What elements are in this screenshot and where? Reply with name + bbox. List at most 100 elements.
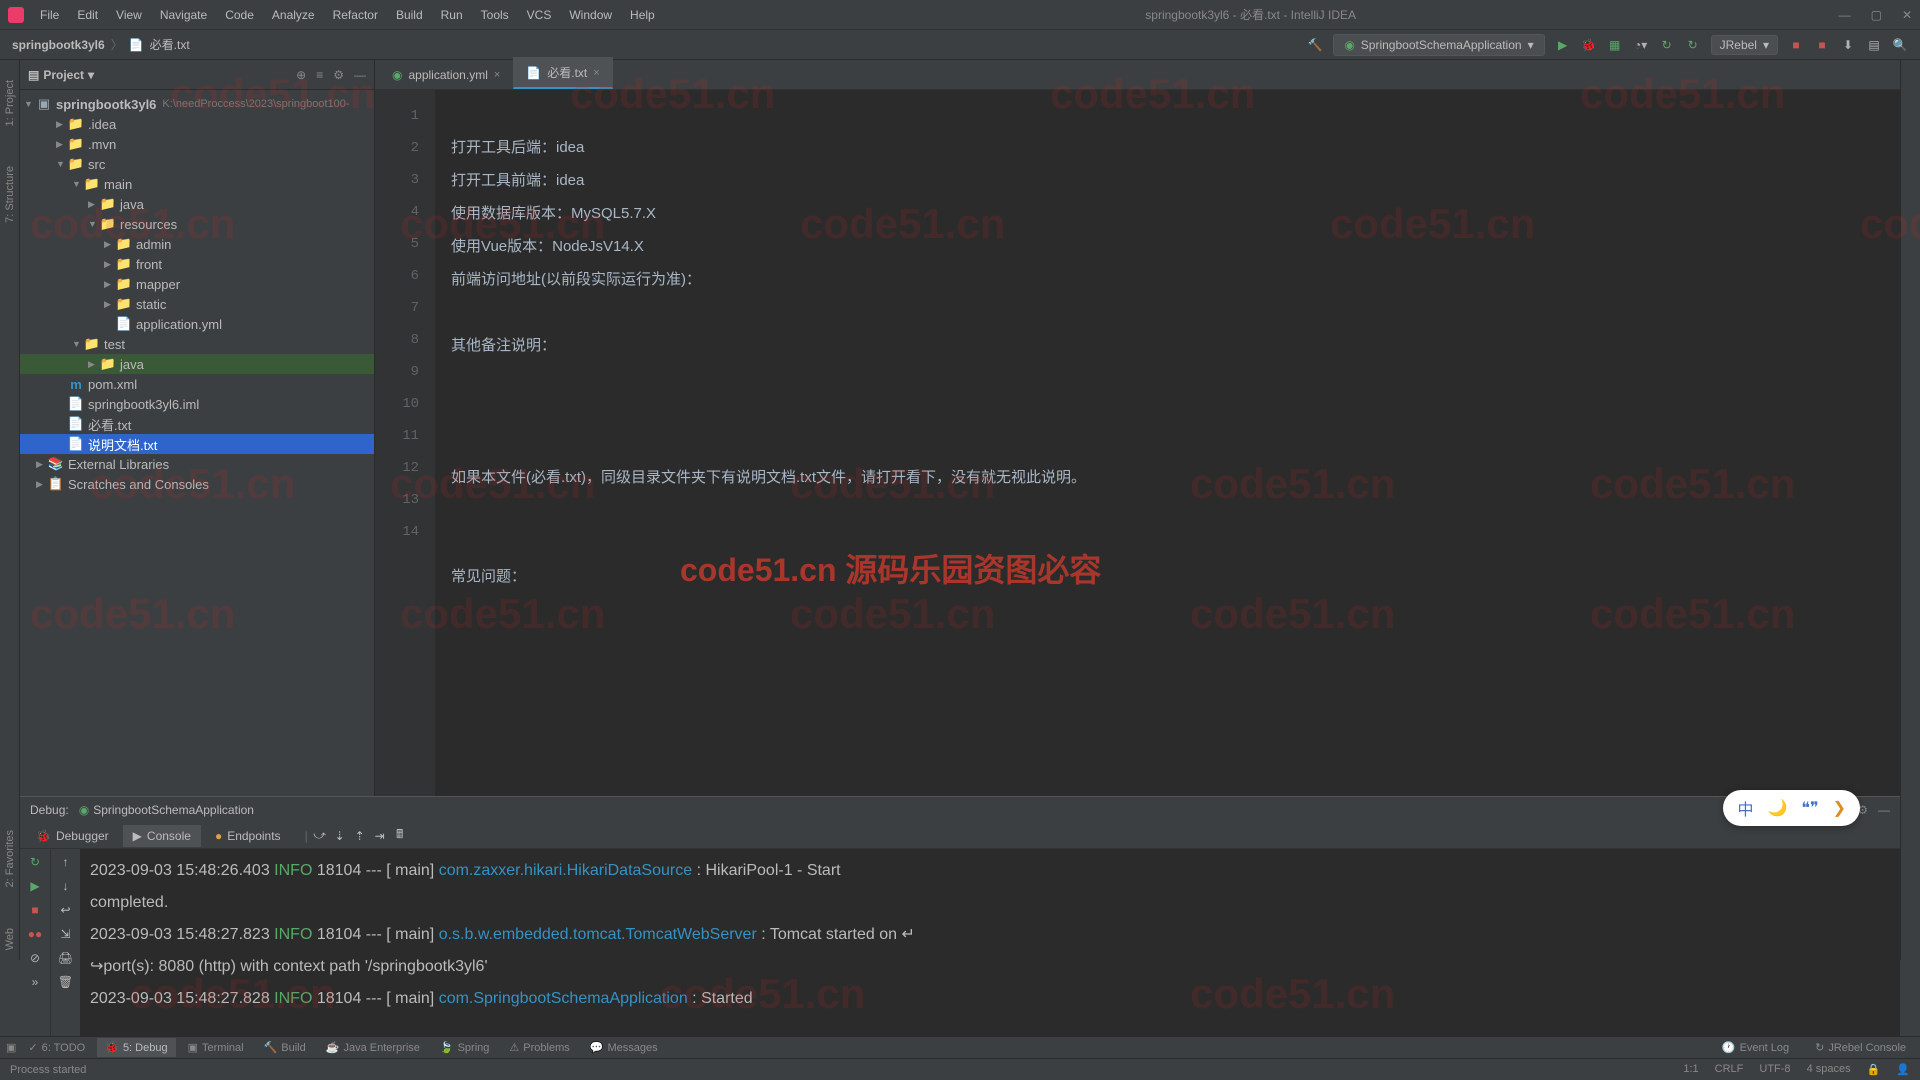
tree-test[interactable]: ▼📁test (20, 334, 374, 354)
tree-appyml[interactable]: 📄application.yml (20, 314, 374, 334)
menu-run[interactable]: Run (433, 4, 471, 26)
scroll-down-icon[interactable]: ↓ (63, 879, 69, 893)
minimize-button[interactable]: — (1839, 8, 1851, 22)
breadcrumb-project[interactable]: springbootk3yl6 (12, 38, 105, 52)
tree-idea[interactable]: ▶📁.idea (20, 114, 374, 134)
soft-wrap-icon[interactable]: ↩ (60, 903, 70, 917)
step-over-icon[interactable]: ⤻ (312, 828, 328, 844)
chevron-right-icon[interactable]: ❯ (1833, 798, 1846, 818)
run-button[interactable]: ▶ (1555, 37, 1571, 53)
menu-window[interactable]: Window (561, 4, 620, 26)
layout-icon[interactable]: » (32, 975, 39, 989)
bottom-menu-icon[interactable]: ▣ (6, 1041, 16, 1054)
coverage-button[interactable]: ▦ (1607, 37, 1623, 53)
breakpoints-icon[interactable]: ●● (28, 927, 43, 941)
close-button[interactable]: ✕ (1902, 8, 1912, 22)
tool-problems[interactable]: ⚠Problems (501, 1038, 577, 1057)
run-to-cursor-icon[interactable]: ⇥ (372, 828, 388, 844)
hide-panel-icon[interactable]: — (354, 68, 366, 82)
search-everywhere-icon[interactable]: 🔍 (1892, 37, 1908, 53)
update-vcs-icon[interactable]: ⬇ (1840, 37, 1856, 53)
tree-static[interactable]: ▶📁static (20, 294, 374, 314)
menu-build[interactable]: Build (388, 4, 431, 26)
menu-view[interactable]: View (108, 4, 150, 26)
ime-widget[interactable]: 中 🌙 ❝❞ ❯ (1723, 790, 1860, 826)
mute-breakpoints-icon[interactable]: ⊘ (30, 951, 40, 965)
hide-panel-icon[interactable]: — (1878, 803, 1890, 817)
encoding[interactable]: UTF-8 (1759, 1063, 1790, 1076)
stop-button[interactable]: ■ (1788, 37, 1804, 53)
tool-favorites[interactable]: 2: Favorites (4, 830, 16, 887)
hammer-build-icon[interactable]: 🔨 (1307, 37, 1323, 53)
menu-file[interactable]: File (32, 4, 67, 26)
tool-project[interactable]: 1: Project (4, 80, 16, 126)
cursor-position[interactable]: 1:1 (1683, 1063, 1698, 1076)
tab-console[interactable]: ▶Console (123, 825, 201, 847)
menu-navigate[interactable]: Navigate (152, 4, 215, 26)
ime-lang[interactable]: 中 (1737, 796, 1753, 820)
tree-mvn[interactable]: ▶📁.mvn (20, 134, 374, 154)
print-icon[interactable]: 🖨 (58, 951, 73, 965)
tree-mapper[interactable]: ▶📁mapper (20, 274, 374, 294)
console-output[interactable]: 2023-09-03 15:48:26.403 INFO 18104 --- [… (80, 849, 1900, 1036)
tree-extlib[interactable]: ▶📚External Libraries (20, 454, 374, 474)
menu-refactor[interactable]: Refactor (325, 4, 386, 26)
tool-spring[interactable]: 🍃Spring (432, 1038, 498, 1057)
close-tab-icon[interactable]: × (494, 69, 500, 81)
menu-help[interactable]: Help (622, 4, 663, 26)
resume-icon[interactable]: ▶ (30, 879, 39, 893)
jrebel-debug-icon[interactable]: ↻ (1685, 37, 1701, 53)
expand-all-icon[interactable]: ≡ (316, 68, 323, 82)
select-opened-file-icon[interactable]: ⊕ (296, 68, 306, 82)
tool-terminal[interactable]: ▣Terminal (180, 1038, 252, 1057)
line-ending[interactable]: CRLF (1715, 1063, 1744, 1076)
tree-iml[interactable]: 📄springbootk3yl6.iml (20, 394, 374, 414)
project-panel-title[interactable]: ▤ Project ▾ (28, 68, 94, 82)
jrebel-run-icon[interactable]: ↻ (1659, 37, 1675, 53)
tool-messages[interactable]: 💬Messages (582, 1038, 666, 1057)
project-structure-icon[interactable]: ▤ (1866, 37, 1882, 53)
tab-application-yml[interactable]: ◉ application.yml × (379, 61, 513, 89)
menu-tools[interactable]: Tools (473, 4, 517, 26)
lock-icon[interactable]: 🔒 (1867, 1063, 1881, 1076)
tool-eventlog[interactable]: 🕐Event Log (1714, 1038, 1797, 1057)
tree-front[interactable]: ▶📁front (20, 254, 374, 274)
indent[interactable]: 4 spaces (1807, 1063, 1851, 1076)
tree-java-test[interactable]: ▶📁java (20, 354, 374, 374)
debug-button[interactable]: 🐞 (1581, 37, 1597, 53)
maximize-button[interactable]: ▢ (1871, 8, 1882, 22)
tree-admin[interactable]: ▶📁admin (20, 234, 374, 254)
run-configuration-select[interactable]: ◉ SpringbootSchemaApplication ▾ (1333, 34, 1544, 56)
tree-main[interactable]: ▼📁main (20, 174, 374, 194)
step-into-icon[interactable]: ⇣ (332, 828, 348, 844)
tree-java-main[interactable]: ▶📁java (20, 194, 374, 214)
tool-todo[interactable]: ✓6: TODO (20, 1038, 93, 1057)
moon-icon[interactable]: 🌙 (1767, 798, 1787, 818)
tool-jee[interactable]: ☕Java Enterprise (318, 1038, 428, 1057)
tab-debugger[interactable]: 🐞Debugger (26, 825, 119, 847)
stop-all-button[interactable]: ■ (1814, 37, 1830, 53)
tree-resources[interactable]: ▼📁resources (20, 214, 374, 234)
menu-edit[interactable]: Edit (69, 4, 106, 26)
stop-icon[interactable]: ■ (31, 903, 38, 917)
tree-shuoming[interactable]: 📄说明文档.txt (20, 434, 374, 454)
menu-code[interactable]: Code (217, 4, 262, 26)
menu-analyze[interactable]: Analyze (264, 4, 323, 26)
rerun-icon[interactable]: ↻ (30, 855, 40, 869)
settings-icon[interactable]: ⚙ (333, 68, 344, 82)
tree-root[interactable]: ▼▣ springbootk3yl6 K:\needProccess\2023\… (20, 94, 374, 114)
scroll-up-icon[interactable]: ↑ (63, 855, 69, 869)
evaluate-icon[interactable]: 🖩 (392, 828, 408, 844)
jrebel-select[interactable]: JRebel ▾ (1711, 35, 1778, 55)
menu-vcs[interactable]: VCS (519, 4, 560, 26)
breadcrumb[interactable]: springbootk3yl6 〉 📄 必看.txt (12, 36, 190, 53)
tree-bikan[interactable]: 📄必看.txt (20, 414, 374, 434)
tool-jrebel-console[interactable]: ↻JRebel Console (1807, 1038, 1914, 1057)
breadcrumb-file[interactable]: 必看.txt (150, 36, 190, 53)
tree-scratches[interactable]: ▶📋Scratches and Consoles (20, 474, 374, 494)
tool-web[interactable]: Web (4, 928, 16, 950)
ime-punct[interactable]: ❝❞ (1801, 798, 1818, 818)
step-out-icon[interactable]: ⇡ (352, 828, 368, 844)
tool-debug[interactable]: 🐞5: Debug (97, 1038, 175, 1057)
tool-structure[interactable]: 7: Structure (4, 166, 16, 223)
